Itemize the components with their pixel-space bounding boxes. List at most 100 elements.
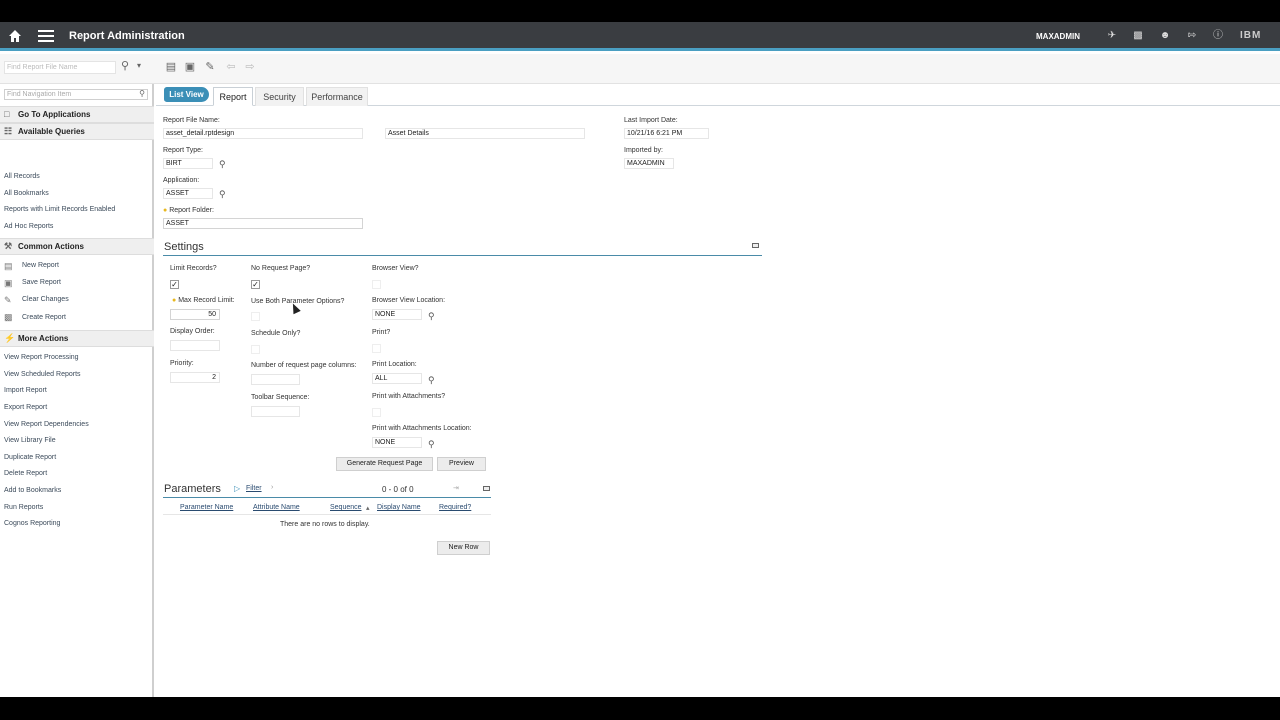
more-view-report-processing[interactable]: View Report Processing (4, 354, 79, 361)
browser-view-location-label: Browser View Location: (372, 297, 446, 304)
generate-request-page-button[interactable]: Generate Request Page (336, 457, 433, 471)
action-new-report[interactable]: New Report (22, 262, 59, 269)
send-icon[interactable]: ✈ (1106, 30, 1118, 42)
col-display-name[interactable]: Display Name (377, 504, 421, 511)
filter-link[interactable]: Filter (246, 485, 262, 492)
home-icon[interactable] (8, 29, 22, 43)
print-location-field[interactable]: ALL (372, 373, 422, 384)
clear-changes-icon[interactable]: ✎ (203, 60, 217, 74)
collapse-settings-icon[interactable] (752, 243, 759, 248)
print-location-lookup-icon[interactable]: ⚲ (428, 375, 438, 385)
max-record-limit-field[interactable]: 50 (170, 309, 220, 320)
nav-search-input[interactable]: Find Navigation Item ⚲ (4, 89, 148, 100)
more-run-reports[interactable]: Run Reports (4, 504, 43, 511)
browser-view-location-field[interactable]: NONE (372, 309, 422, 320)
action-save-report[interactable]: Save Report (22, 279, 61, 286)
priority-field[interactable]: 2 (170, 372, 220, 383)
help-icon[interactable]: ⓘ (1212, 30, 1224, 42)
more-add-to-bookmarks[interactable]: Add to Bookmarks (4, 487, 61, 494)
settings-section-title: Settings (164, 241, 204, 253)
request-page-columns-label: Number of request page columns: (251, 362, 357, 369)
col-sequence[interactable]: Sequence (330, 504, 362, 511)
common-actions-label: Common Actions (18, 242, 84, 251)
more-delete-report[interactable]: Delete Report (4, 470, 47, 477)
save-icon[interactable]: ▣ (183, 60, 197, 74)
limit-records-checkbox[interactable]: ✓ (170, 280, 179, 289)
schedule-only-label: Schedule Only? (251, 330, 301, 337)
browser-view-checkbox[interactable] (372, 280, 381, 289)
more-view-report-dependencies[interactable]: View Report Dependencies (4, 421, 89, 428)
find-report-input[interactable]: Find Report File Name (4, 61, 116, 74)
save-icon: ▣ (4, 278, 13, 288)
next-icon[interactable]: ⇨ (243, 60, 257, 74)
last-import-date-label: Last Import Date: (624, 117, 678, 124)
tab-list-view[interactable]: List View (164, 87, 209, 102)
application-lookup-icon[interactable]: ⚲ (219, 189, 229, 199)
action-create-report[interactable]: Create Report (22, 314, 66, 321)
tab-performance[interactable]: Performance (306, 87, 368, 106)
query-icon: ☷ (4, 126, 13, 136)
more-cognos-reporting[interactable]: Cognos Reporting (4, 520, 60, 527)
preview-button[interactable]: Preview (437, 457, 486, 471)
display-order-field[interactable] (170, 340, 220, 351)
query-all-records[interactable]: All Records (4, 173, 40, 180)
report-type-field[interactable]: BIRT (163, 158, 213, 169)
print-attachments-location-field[interactable]: NONE (372, 437, 422, 448)
col-required[interactable]: Required? (439, 504, 471, 511)
print-with-attachments-checkbox[interactable] (372, 408, 381, 417)
new-record-icon[interactable]: ▤ (164, 60, 178, 74)
tab-bar: List View Report Security Performance (156, 84, 1280, 106)
more-actions-label: More Actions (18, 334, 69, 343)
sort-icon[interactable]: ▴ (366, 504, 370, 512)
report-folder-field[interactable]: ASSET (163, 218, 363, 229)
print-attachments-location-lookup-icon[interactable]: ⚲ (428, 439, 438, 449)
more-view-scheduled-reports[interactable]: View Scheduled Reports (4, 371, 81, 378)
new-row-button[interactable]: New Row (437, 541, 490, 555)
imported-by-field: MAXADMIN (624, 158, 674, 169)
report-type-lookup-icon[interactable]: ⚲ (219, 159, 229, 169)
action-clear-changes[interactable]: Clear Changes (22, 296, 69, 303)
use-both-parameter-options-checkbox[interactable] (251, 312, 260, 321)
report-file-name-field[interactable]: asset_detail.rptdesign (163, 128, 363, 139)
filter-icon[interactable]: ▷ (234, 484, 240, 493)
display-order-label: Display Order: (170, 328, 215, 335)
lightning-icon: ⚡ (4, 333, 16, 343)
more-duplicate-report[interactable]: Duplicate Report (4, 454, 56, 461)
toolbar-sequence-field[interactable] (251, 406, 300, 417)
go-to-applications-link[interactable]: □ Go To Applications (0, 106, 154, 123)
chevron-down-icon[interactable]: ▾ (132, 59, 146, 73)
query-limit-records[interactable]: Reports with Limit Records Enabled (4, 206, 115, 213)
imported-by-label: Imported by: (624, 147, 663, 154)
no-request-page-checkbox[interactable]: ✓ (251, 280, 260, 289)
query-ad-hoc[interactable]: Ad Hoc Reports (4, 223, 53, 230)
parameters-divider (163, 497, 491, 498)
request-page-columns-field[interactable] (251, 374, 300, 385)
search-icon[interactable]: ⚲ (118, 59, 132, 73)
empty-table-message: There are no rows to display. (280, 521, 370, 528)
tab-report[interactable]: Report (213, 87, 253, 106)
user-icon[interactable]: ☻ (1159, 30, 1171, 42)
query-all-bookmarks[interactable]: All Bookmarks (4, 190, 49, 197)
search-icon[interactable]: ⚲ (139, 89, 145, 98)
chevron-right-icon[interactable]: › (271, 484, 273, 491)
more-export-report[interactable]: Export Report (4, 404, 47, 411)
previous-icon[interactable]: ⇦ (224, 60, 238, 74)
collapse-parameters-icon[interactable] (483, 486, 490, 491)
logout-icon[interactable]: ⇰ (1186, 30, 1198, 42)
menu-icon[interactable] (38, 30, 54, 43)
col-parameter-name[interactable]: Parameter Name (180, 504, 233, 511)
more-import-report[interactable]: Import Report (4, 387, 47, 394)
next-page-icon[interactable]: ⇥ (453, 484, 459, 492)
report-type-label: Report Type: (163, 147, 203, 154)
application-field[interactable]: ASSET (163, 188, 213, 199)
schedule-only-checkbox[interactable] (251, 345, 260, 354)
go-to-applications-label: Go To Applications (18, 110, 91, 119)
required-indicator: ● (172, 297, 177, 304)
tab-security[interactable]: Security (255, 87, 304, 106)
report-description-field[interactable]: Asset Details (385, 128, 585, 139)
chart-icon[interactable]: ▩ (1132, 30, 1144, 42)
print-checkbox[interactable] (372, 344, 381, 353)
browser-view-location-lookup-icon[interactable]: ⚲ (428, 311, 438, 321)
more-view-library-file[interactable]: View Library File (4, 437, 56, 444)
col-attribute-name[interactable]: Attribute Name (253, 504, 300, 511)
